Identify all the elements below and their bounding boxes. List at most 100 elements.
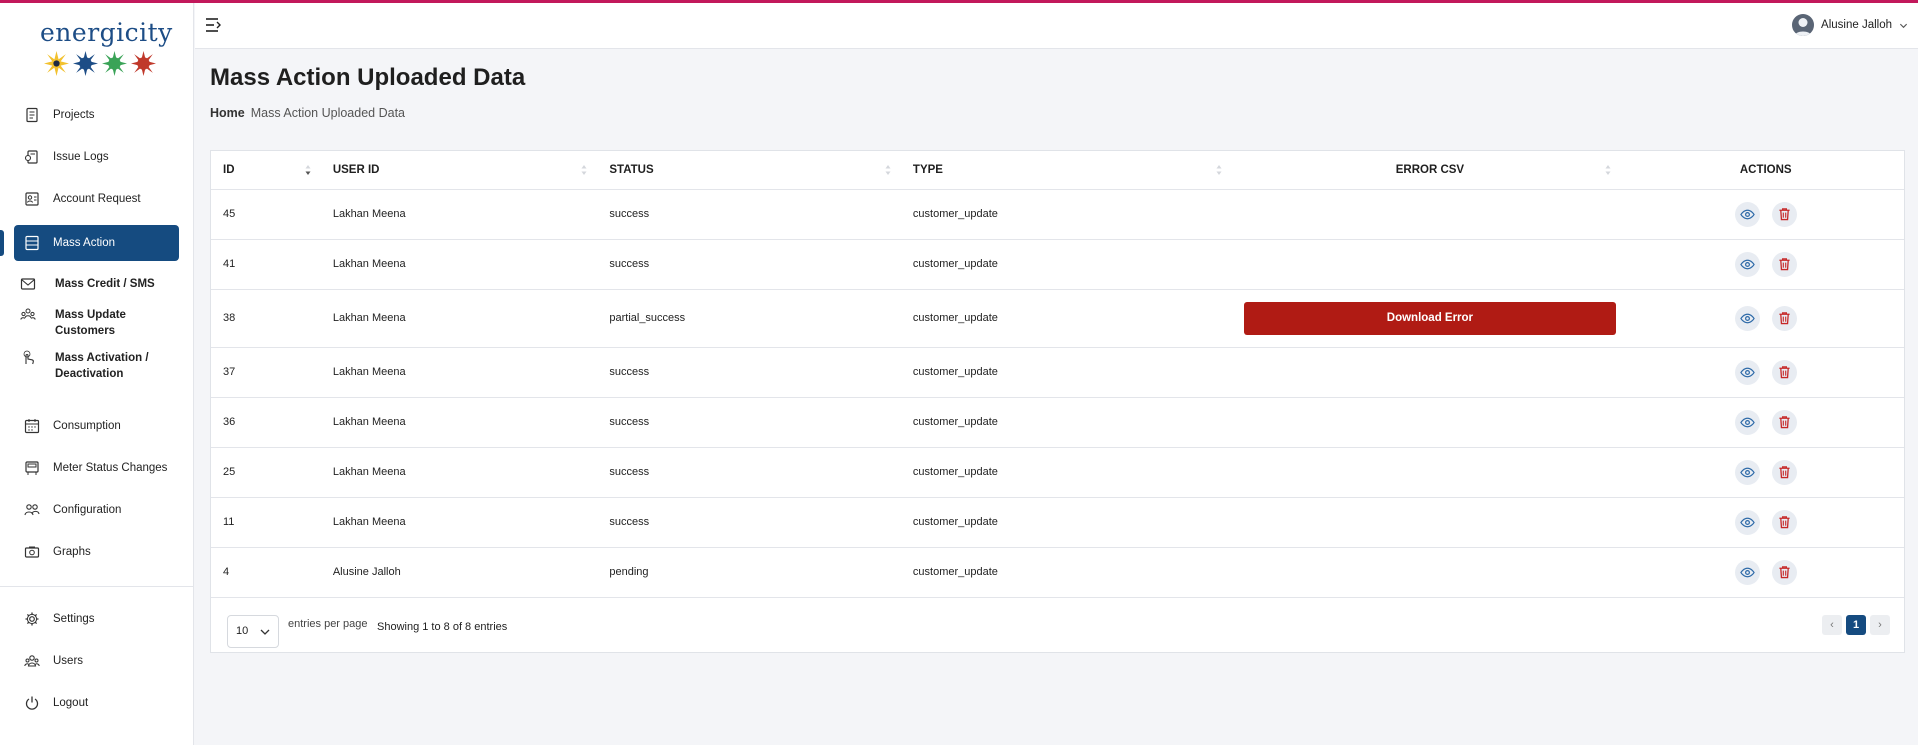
top-header: Alusine Jalloh [195,3,1918,49]
cell-status: pending [597,547,901,598]
pagination-prev-button[interactable]: ‹ [1822,615,1842,635]
cell-actions [1627,547,1904,598]
trash-icon [1779,566,1790,579]
delete-button[interactable] [1771,559,1797,585]
account-request-icon [25,192,39,206]
view-button[interactable] [1734,559,1760,585]
trash-icon [1779,258,1790,271]
delete-button[interactable] [1771,459,1797,485]
column-header-status[interactable]: STATUS [597,151,901,190]
table-row: 45 Lakhan Meena success customer_update [211,189,1904,240]
table-row: 37 Lakhan Meena success customer_update [211,347,1904,398]
breadcrumb-home-link[interactable]: Home [210,106,245,120]
view-button[interactable] [1734,459,1760,485]
sidebar-item-issue-logs[interactable]: Issue Logs [14,139,179,175]
cell-actions [1627,289,1904,348]
cell-error-csv [1232,497,1628,548]
cell-id: 4 [211,547,321,598]
table-row: 36 Lakhan Meena success customer_update [211,397,1904,448]
delete-button[interactable] [1771,305,1797,331]
sidebar-item-users[interactable]: Users [14,643,179,679]
sun-yellow-icon [44,51,69,76]
sidebar-item-mass-action[interactable]: Mass Action [14,225,179,261]
column-header-type[interactable]: TYPE [900,151,1233,190]
cell-type: customer_update [900,289,1233,348]
sidebar-subitem-label: Mass Activation / Deactivation [55,352,149,380]
user-menu[interactable]: Alusine Jalloh [1792,14,1908,36]
sun-blue-icon [73,51,98,76]
view-button[interactable] [1734,359,1760,385]
data-table-card: ID USER ID STATUS TYPE ERROR CSV ACTIONS… [210,150,1905,653]
delete-button[interactable] [1771,509,1797,535]
eye-icon [1739,567,1755,577]
table-footer: 10 entries per page Showing 1 to 8 of 8 … [211,606,1904,654]
entries-per-page-select[interactable]: 10 [227,615,279,648]
column-header-user-id[interactable]: USER ID [320,151,598,190]
cell-status: partial_success [597,289,901,348]
sidebar-item-configuration[interactable]: Configuration [14,492,179,528]
view-button[interactable] [1734,509,1760,535]
sidebar-item-label: Issue Logs [53,151,109,163]
sort-icon [1605,165,1611,175]
cell-actions [1627,397,1904,448]
pagination: ‹ 1 › [1822,615,1890,635]
view-button[interactable] [1734,251,1760,277]
view-button[interactable] [1734,201,1760,227]
sidebar-item-account-request[interactable]: Account Request [14,181,179,217]
sidebar-item-label: Account Request [53,193,141,205]
pagination-page-button[interactable]: 1 [1846,615,1866,635]
sidebar-item-meter-status-changes[interactable]: Meter Status Changes [14,450,179,486]
cell-error-csv [1232,239,1628,290]
sidebar-item-settings[interactable]: Settings [14,601,179,637]
camera-icon [24,546,40,558]
sidebar-item-label: Meter Status Changes [53,462,168,474]
column-header-id[interactable]: ID [211,151,321,190]
grid-icon [25,235,39,251]
delete-button[interactable] [1771,359,1797,385]
pagination-next-button[interactable]: › [1870,615,1890,635]
meter-icon [25,461,39,475]
sidebar-item-label: Mass Action [53,237,115,249]
breadcrumb: Home Mass Action Uploaded Data [210,106,405,120]
view-button[interactable] [1734,409,1760,435]
gear-icon [25,612,39,626]
sidebar-item-label: Configuration [53,504,122,516]
column-header-error-csv[interactable]: ERROR CSV [1232,151,1628,190]
cell-error-csv: Download Error [1232,289,1628,348]
cell-id: 11 [211,497,321,548]
brand-logo[interactable]: energicity [40,19,172,81]
sidebar-item-consumption[interactable]: Consumption [14,408,179,444]
cell-user-id: Lakhan Meena [320,289,598,348]
cell-type: customer_update [900,189,1233,240]
download-error-button[interactable]: Download Error [1243,301,1616,335]
cell-user-id: Lakhan Meena [320,189,598,240]
sidebar-item-logout[interactable]: Logout [14,685,179,721]
cell-actions [1627,497,1904,548]
sidebar-item-graphs[interactable]: Graphs [14,534,179,570]
delete-button[interactable] [1771,201,1797,227]
people-icon [24,504,40,516]
trash-icon [1779,208,1790,221]
sidebar-subitem-mass-update-customers[interactable]: Mass Update Customers [20,307,180,339]
eye-icon [1739,517,1755,527]
table-row: 38 Lakhan Meena partial_success customer_up… [211,289,1904,348]
cell-user-id: Lakhan Meena [320,497,598,548]
delete-button[interactable] [1771,409,1797,435]
cell-status: success [597,497,901,548]
cell-error-csv [1232,547,1628,598]
sidebar-subitem-mass-activation[interactable]: Mass Activation / Deactivation [20,350,180,382]
cell-type: customer_update [900,447,1233,498]
delete-button[interactable] [1771,251,1797,277]
sidebar-item-projects[interactable]: Projects [14,97,179,133]
cell-user-id: Lakhan Meena [320,347,598,398]
sidebar-item-label: Projects [53,109,95,121]
view-button[interactable] [1734,305,1760,331]
cell-id: 45 [211,189,321,240]
cell-actions [1627,447,1904,498]
sidebar-subitem-mass-credit-sms[interactable]: Mass Credit / SMS [20,276,180,292]
table-header-row: ID USER ID STATUS TYPE ERROR CSV ACTIONS [211,151,1904,190]
document-icon [26,107,38,123]
menu-toggle-icon[interactable] [205,17,223,33]
uploaded-data-table: ID USER ID STATUS TYPE ERROR CSV ACTIONS… [211,151,1904,598]
table-row: 25 Lakhan Meena success customer_update [211,447,1904,498]
